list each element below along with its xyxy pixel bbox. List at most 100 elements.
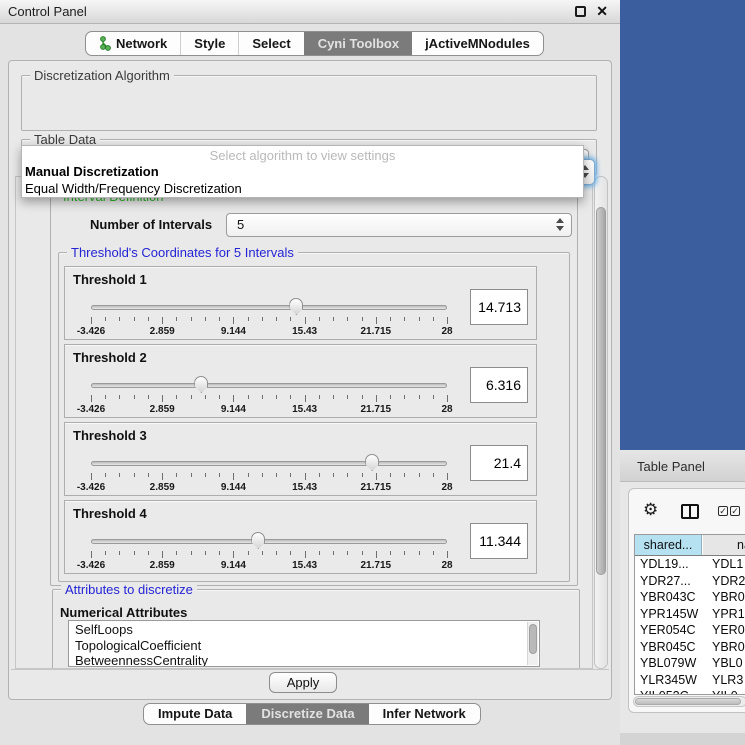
slider-tick bbox=[105, 551, 106, 555]
cell-name: YDL1 bbox=[702, 556, 743, 573]
table-hscrollbar[interactable] bbox=[633, 696, 745, 707]
algorithm-option-equal-width[interactable]: Equal Width/Frequency Discretization bbox=[25, 181, 242, 196]
tab-impute-data[interactable]: Impute Data bbox=[144, 704, 246, 724]
slider-track[interactable] bbox=[91, 539, 447, 544]
slider-tick bbox=[376, 317, 377, 324]
threshold-1-value[interactable]: 14.713 bbox=[470, 289, 528, 325]
hscrollbar-thumb[interactable] bbox=[635, 698, 741, 705]
slider-tick bbox=[233, 551, 234, 558]
slider-track[interactable] bbox=[91, 461, 447, 466]
attribute-list-item[interactable]: BetweennessCentrality bbox=[69, 652, 539, 667]
slider-tick-label: 2.859 bbox=[150, 482, 175, 493]
app-root: Control Panel ✕ Network Style Select Cyn… bbox=[0, 0, 745, 745]
slider-thumb[interactable] bbox=[289, 298, 303, 315]
select-columns-icon-2[interactable]: ✓ bbox=[730, 506, 740, 516]
tab-network[interactable]: Network bbox=[86, 32, 180, 55]
slider-tick-label: 15.43 bbox=[292, 326, 317, 337]
slider-tick bbox=[433, 473, 434, 477]
table-row[interactable]: YER054CYER0 bbox=[635, 622, 745, 639]
tab-cyni-toolbox[interactable]: Cyni Toolbox bbox=[304, 32, 412, 55]
column-header-shared-name[interactable]: shared... bbox=[635, 535, 702, 555]
table-row[interactable]: YDR27...YDR2 bbox=[635, 573, 745, 590]
table-panel-footer bbox=[620, 733, 745, 745]
select-columns-icon[interactable]: ✓ bbox=[718, 506, 728, 516]
slider-tick bbox=[276, 473, 277, 477]
table-row[interactable]: YBR043CYBR0 bbox=[635, 589, 745, 606]
slider-tick bbox=[134, 551, 135, 555]
float-window-icon[interactable] bbox=[575, 6, 586, 17]
slider-track[interactable] bbox=[91, 383, 447, 388]
slider-thumb[interactable] bbox=[194, 376, 208, 393]
slider-track[interactable] bbox=[91, 305, 447, 310]
slider-tick-label: 28 bbox=[441, 404, 452, 415]
settings-scrollbar[interactable] bbox=[594, 176, 608, 669]
slider-tick-label: 2.859 bbox=[150, 404, 175, 415]
slider-tick bbox=[191, 317, 192, 321]
slider-tick bbox=[233, 473, 234, 480]
slider-tick bbox=[176, 317, 177, 321]
num-intervals-combo[interactable]: 5 bbox=[226, 213, 572, 237]
numerical-attributes-label: Numerical Attributes bbox=[60, 605, 187, 620]
attribute-list-item[interactable]: TopologicalCoefficient bbox=[69, 637, 539, 653]
slider-tick bbox=[262, 395, 263, 399]
threshold-4-value[interactable]: 11.344 bbox=[470, 523, 528, 559]
thresholds-group-title: Threshold's Coordinates for 5 Intervals bbox=[67, 245, 298, 260]
slider-tick bbox=[333, 551, 334, 555]
attribute-list-item[interactable]: SelfLoops bbox=[69, 621, 539, 637]
slider-tick-label: 21.715 bbox=[361, 560, 392, 571]
slider-thumb[interactable] bbox=[365, 454, 379, 471]
threshold-3-slider: -3.4262.8599.14415.4321.71528 bbox=[65, 451, 536, 497]
tab-style[interactable]: Style bbox=[180, 32, 238, 55]
slider-tick-label: 15.43 bbox=[292, 404, 317, 415]
combo-arrows-icon bbox=[556, 218, 565, 231]
slider-tick bbox=[404, 317, 405, 321]
table-row[interactable]: YBR045CYBR0 bbox=[635, 639, 745, 656]
table-row[interactable]: YPR145WYPR1 bbox=[635, 606, 745, 623]
slider-tick-label: 9.144 bbox=[221, 404, 246, 415]
table-row[interactable]: YIL052CYIL0 bbox=[635, 688, 745, 695]
slider-tick bbox=[333, 473, 334, 477]
algorithm-option-manual[interactable]: Manual Discretization bbox=[25, 164, 159, 179]
tab-jactivemnodules[interactable]: jActiveMNodules bbox=[412, 32, 543, 55]
table-row[interactable]: YDL19...YDL1 bbox=[635, 556, 745, 573]
slider-tick bbox=[205, 551, 206, 555]
slider-tick bbox=[419, 473, 420, 477]
numerical-attributes-list: SelfLoopsTopologicalCoefficientBetweenne… bbox=[68, 620, 540, 667]
close-icon[interactable]: ✕ bbox=[596, 3, 608, 20]
table-row[interactable]: YLR345WYLR3 bbox=[635, 672, 745, 689]
scrollbar-thumb[interactable] bbox=[596, 207, 606, 575]
slider-thumb[interactable] bbox=[251, 532, 265, 549]
threshold-2-value[interactable]: 6.316 bbox=[470, 367, 528, 403]
slider-tick bbox=[319, 473, 320, 477]
threshold-2-slider: -3.4262.8599.14415.4321.71528 bbox=[65, 373, 536, 419]
list-scrollbar[interactable] bbox=[527, 622, 538, 665]
slider-tick bbox=[248, 395, 249, 399]
cell-shared-name: YER054C bbox=[635, 622, 702, 639]
tab-discretize-data[interactable]: Discretize Data bbox=[246, 704, 368, 724]
threshold-1-slider: -3.4262.8599.14415.4321.71528 bbox=[65, 295, 536, 341]
cell-shared-name: YDL19... bbox=[635, 556, 702, 573]
algorithm-dropdown-popup: Select algorithm to view settings Manual… bbox=[21, 145, 584, 198]
slider-tick bbox=[433, 317, 434, 321]
tab-infer-network[interactable]: Infer Network bbox=[369, 704, 480, 724]
threshold-2-label: Threshold 2 bbox=[73, 350, 147, 365]
slider-tick-label: 15.43 bbox=[292, 560, 317, 571]
table-header-row: shared... na bbox=[635, 535, 745, 556]
table-row[interactable]: YBL079WYBL0 bbox=[635, 655, 745, 672]
slider-tick bbox=[119, 551, 120, 555]
slider-tick bbox=[447, 551, 448, 558]
slider-tick bbox=[333, 317, 334, 321]
tab-network-label: Network bbox=[116, 32, 167, 55]
threshold-1-panel: Threshold 1 -3.4262.8599.14415.4321.7152… bbox=[64, 266, 537, 340]
slider-tick bbox=[290, 551, 291, 555]
split-view-icon[interactable] bbox=[681, 504, 699, 519]
apply-button[interactable]: Apply bbox=[269, 672, 337, 693]
table-settings-gear-icon[interactable]: ⚙ bbox=[643, 501, 658, 518]
slider-tick bbox=[276, 551, 277, 555]
divider bbox=[11, 669, 609, 670]
column-header-name[interactable]: na bbox=[703, 535, 745, 555]
threshold-3-value[interactable]: 21.4 bbox=[470, 445, 528, 481]
tab-select[interactable]: Select bbox=[238, 32, 303, 55]
slider-tick-label: -3.426 bbox=[77, 560, 105, 571]
slider-tick bbox=[176, 551, 177, 555]
